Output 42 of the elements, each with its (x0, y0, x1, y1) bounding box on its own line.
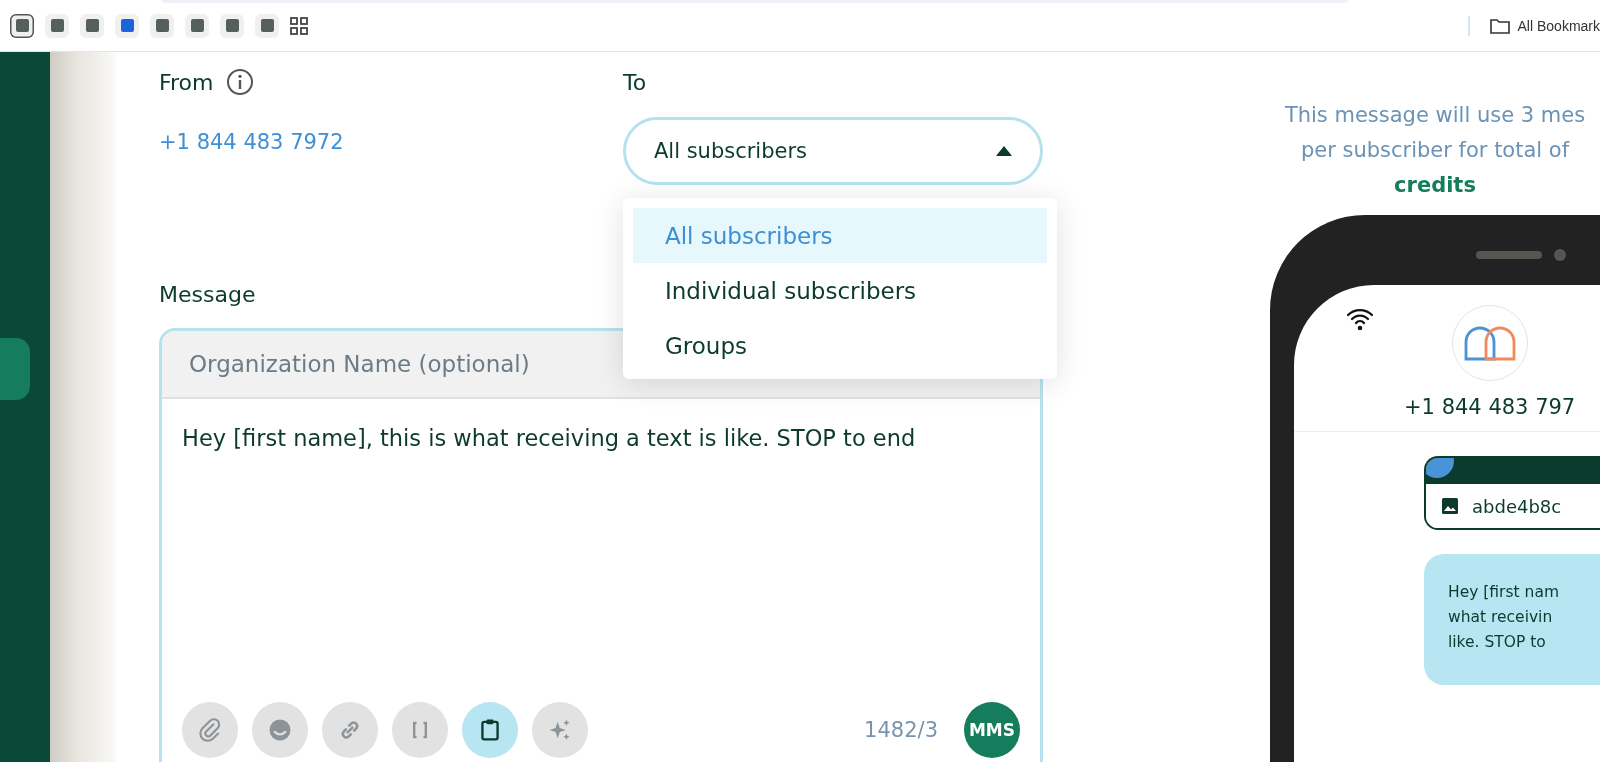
attach-button[interactable] (182, 702, 238, 758)
wifi-icon (1346, 307, 1374, 331)
emoji-button[interactable] (252, 702, 308, 758)
message-text: Hey [first name], this is what receiving a text is like. STOP to end (181, 424, 917, 453)
sparkle-button[interactable] (532, 702, 588, 758)
from-number: +1 844 483 7972 (159, 130, 345, 154)
bookmark-icon[interactable] (45, 13, 69, 38)
folder-icon (1489, 17, 1510, 34)
logo-icon (1463, 324, 1517, 362)
bookmark-icon[interactable] (185, 13, 209, 38)
info-icon[interactable] (225, 68, 254, 96)
from-label: From (159, 69, 214, 95)
link-button[interactable] (322, 702, 378, 758)
clipboard-button[interactable] (462, 702, 518, 758)
message-type-badge: MMS (964, 702, 1020, 758)
bubble-text: Hey [first nam (1448, 582, 1560, 603)
attachment-filename: abde4b8c (1472, 495, 1562, 517)
credits-info-text: per subscriber for total of (1299, 137, 1571, 164)
image-icon (1442, 498, 1458, 514)
credits-info-text: This message will use 3 mes (1283, 102, 1587, 129)
camera-dot (1554, 249, 1566, 261)
credits-info-text: credits (1394, 173, 1476, 197)
bookmark-icon[interactable] (150, 13, 174, 38)
bubble-text: what receivin (1448, 607, 1554, 628)
bookmark-icon[interactable] (255, 13, 279, 38)
character-counter: 1482/3 (864, 718, 938, 742)
message-label: Message (159, 281, 256, 307)
bookmarks-folder-link[interactable]: All Bookmark (1517, 17, 1600, 34)
bubble-text: like. STOP to (1448, 632, 1547, 653)
speaker-slot (1476, 251, 1542, 259)
to-label: To (622, 69, 647, 95)
contact-number: +1 844 483 797 (1404, 395, 1577, 421)
bookmark-icon[interactable] (10, 13, 34, 38)
image-attachment[interactable]: abde4b8c (1424, 456, 1600, 530)
dropdown-option[interactable]: Individual subscribers (632, 263, 1047, 318)
brackets-button[interactable] (392, 702, 448, 758)
caret-icon (996, 146, 1012, 156)
apps-grid-icon[interactable] (290, 16, 308, 35)
bookmark-icon[interactable] (80, 13, 104, 38)
bookmark-icon[interactable] (115, 13, 139, 38)
bookmark-icon[interactable] (220, 13, 244, 38)
recipients-dropdown[interactable]: All subscribers (622, 117, 1043, 185)
